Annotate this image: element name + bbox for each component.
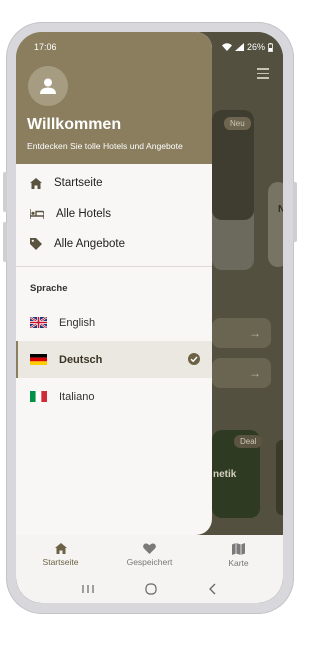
system-nav-bar bbox=[16, 575, 283, 603]
volume-button bbox=[3, 172, 7, 212]
language-section-title: Sprache bbox=[30, 283, 68, 294]
status-time: 17:06 bbox=[34, 42, 57, 52]
recent-apps-icon[interactable] bbox=[81, 584, 94, 594]
partial-card-letter: N bbox=[278, 204, 283, 215]
status-icons: 26% bbox=[222, 42, 273, 52]
battery-percent: 26% bbox=[247, 42, 266, 52]
menu-item-alle-angebote[interactable]: Alle Angebote bbox=[16, 229, 212, 260]
menu-item-alle-hotels[interactable]: Alle Hotels bbox=[16, 199, 212, 230]
nav-label: Gespeichert bbox=[126, 557, 173, 567]
deal-card-partial[interactable] bbox=[276, 440, 283, 515]
person-icon bbox=[40, 78, 56, 94]
deal-badge: Deal bbox=[234, 435, 263, 448]
side-button-right bbox=[293, 182, 297, 242]
home-icon bbox=[54, 543, 67, 554]
home-icon bbox=[30, 177, 42, 189]
menu-item-label: Alle Hotels bbox=[56, 207, 111, 220]
navigation-drawer: 17:06 Willkommen Entdecken Sie tolle Hot… bbox=[16, 32, 212, 535]
background-button-2[interactable]: → bbox=[212, 358, 271, 388]
uk-flag-icon bbox=[30, 317, 47, 328]
drawer-title: Willkommen bbox=[27, 116, 122, 133]
language-list: English Deutsch Italiano bbox=[16, 304, 212, 415]
tag-icon bbox=[30, 238, 42, 251]
bed-icon bbox=[30, 208, 44, 219]
language-option-deutsch[interactable]: Deutsch bbox=[16, 341, 212, 378]
menu-item-label: Startseite bbox=[54, 177, 103, 190]
signal-icon bbox=[235, 43, 244, 51]
language-option-english[interactable]: English bbox=[16, 304, 212, 341]
hotel-card-partial[interactable] bbox=[268, 182, 283, 267]
nav-item-karte[interactable]: Karte bbox=[194, 535, 283, 575]
german-flag-icon bbox=[30, 354, 47, 365]
menu-item-label: Alle Angebote bbox=[54, 238, 125, 251]
menu-item-startseite[interactable]: Startseite bbox=[16, 168, 212, 199]
new-badge: Neu bbox=[224, 117, 251, 130]
deal-card-text: netik bbox=[213, 469, 237, 480]
hamburger-menu-icon[interactable] bbox=[257, 68, 269, 82]
heart-icon bbox=[143, 543, 156, 554]
avatar[interactable] bbox=[28, 66, 68, 106]
background-button-1[interactable]: → bbox=[212, 318, 271, 348]
nav-label: Startseite bbox=[42, 557, 79, 567]
language-label: English bbox=[59, 316, 96, 329]
language-label: Italiano bbox=[59, 390, 95, 403]
nav-item-gespeichert[interactable]: Gespeichert bbox=[105, 535, 194, 575]
bottom-navigation: Startseite Gespeichert Karte bbox=[16, 535, 283, 575]
nav-label: Karte bbox=[228, 557, 249, 568]
drawer-subtitle: Entdecken Sie tolle Hotels und Angebote bbox=[27, 141, 183, 151]
map-icon bbox=[232, 542, 245, 555]
back-icon[interactable] bbox=[208, 583, 218, 595]
italian-flag-icon bbox=[30, 391, 47, 402]
screen: Neu N → → Deal netik Startseite Gespeich… bbox=[16, 32, 283, 603]
nav-item-startseite[interactable]: Startseite bbox=[16, 535, 105, 575]
check-circle-icon bbox=[188, 353, 200, 365]
home-circle-icon[interactable] bbox=[144, 583, 157, 595]
power-button bbox=[3, 222, 7, 262]
drawer-menu: Startseite Alle Hotels Alle Angebote bbox=[16, 168, 212, 260]
language-option-italiano[interactable]: Italiano bbox=[16, 378, 212, 415]
divider bbox=[16, 266, 212, 267]
battery-icon bbox=[268, 42, 273, 52]
drawer-header: 17:06 Willkommen Entdecken Sie tolle Hot… bbox=[16, 32, 212, 164]
language-label: Deutsch bbox=[59, 353, 103, 366]
wifi-icon bbox=[222, 43, 232, 51]
